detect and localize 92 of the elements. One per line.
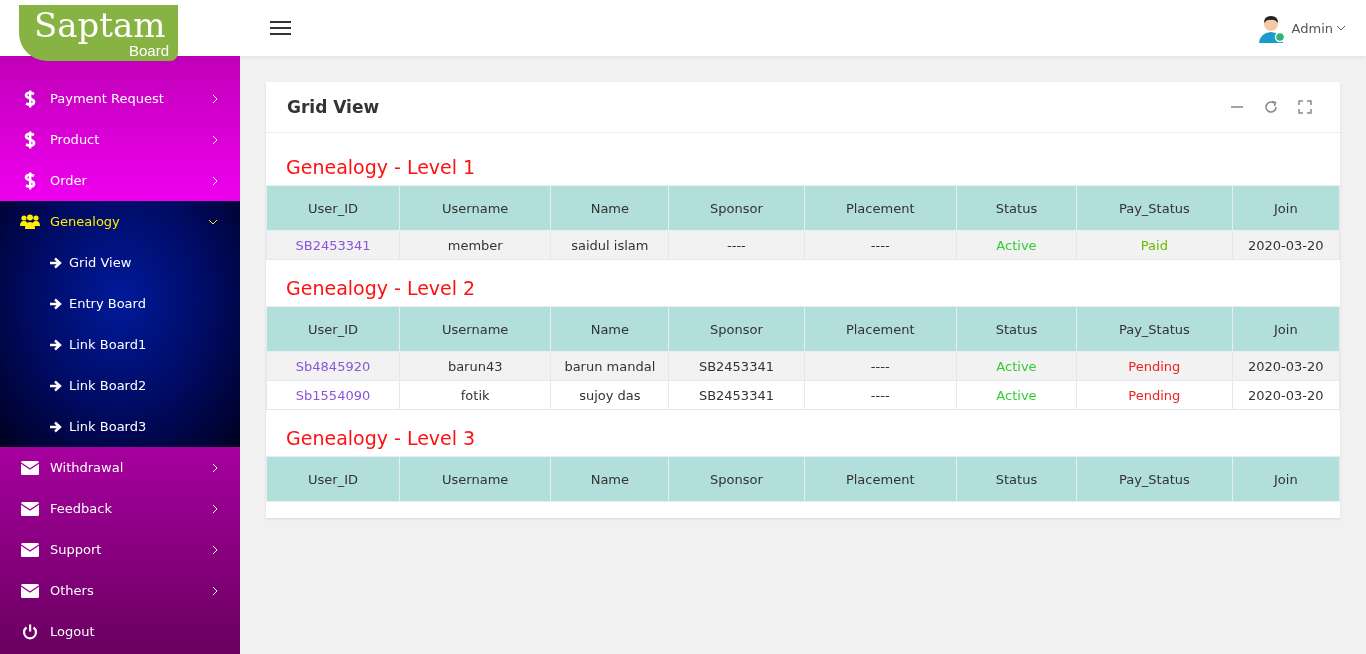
- submenu-item[interactable]: Link Board2: [0, 365, 240, 406]
- status-cell: Active: [956, 380, 1077, 410]
- table-cell: fotik: [399, 380, 551, 410]
- table-cell: barun43: [399, 351, 551, 381]
- arrow-right-icon: [50, 420, 62, 433]
- refresh-icon[interactable]: [1264, 100, 1278, 114]
- users-icon: [20, 213, 40, 230]
- pay-status-cell: Pending: [1076, 351, 1233, 381]
- envelope-icon: [20, 542, 40, 557]
- table-cell: ----: [804, 230, 957, 260]
- column-header: Name: [550, 185, 669, 231]
- logo-subtitle: Board: [128, 43, 169, 59]
- table-cell: 2020-03-20: [1232, 380, 1340, 410]
- column-header: Status: [956, 185, 1077, 231]
- sidebar-item[interactable]: Logout: [0, 611, 240, 652]
- column-header: Pay_Status: [1076, 306, 1233, 352]
- table-cell: sujoy das: [550, 380, 669, 410]
- arrow-right-icon: [50, 338, 62, 351]
- sidebar-item[interactable]: Genealogy: [0, 201, 240, 242]
- column-header: Name: [550, 306, 669, 352]
- submenu-item[interactable]: Link Board3: [0, 406, 240, 447]
- sidebar-item[interactable]: Feedback: [0, 488, 240, 529]
- column-header: Username: [399, 306, 551, 352]
- sidebar-item[interactable]: Withdrawal: [0, 447, 240, 488]
- level-heading: Genealogy - Level 2: [285, 276, 477, 301]
- column-header: Sponsor: [668, 306, 805, 352]
- column-header: Sponsor: [668, 456, 805, 502]
- submenu-item[interactable]: Grid View: [0, 242, 240, 283]
- arrow-right-icon: [50, 379, 62, 392]
- sidebar-item[interactable]: Payment Request: [0, 78, 240, 119]
- column-header: Status: [956, 456, 1077, 502]
- column-header: Placement: [804, 456, 957, 502]
- status-cell: Active: [956, 351, 1077, 381]
- envelope-icon: [20, 583, 40, 598]
- table-cell: member: [399, 230, 551, 260]
- column-header: Pay_Status: [1076, 456, 1233, 502]
- submenu-item[interactable]: Link Board1: [0, 324, 240, 365]
- table-cell: SB2453341: [668, 380, 805, 410]
- user-id-link[interactable]: SB2453341: [266, 230, 400, 260]
- sidebar-item[interactable]: Order: [0, 160, 240, 201]
- table-cell: barun mandal: [550, 351, 669, 381]
- table-cell: SB2453341: [668, 351, 805, 381]
- menu-icon[interactable]: [270, 20, 291, 36]
- chevron-down-icon: [208, 218, 218, 225]
- user-menu-button[interactable]: Admin: [1291, 20, 1346, 36]
- user-id-link[interactable]: Sb4845920: [266, 351, 400, 381]
- arrow-right-icon: [50, 297, 62, 310]
- chevron-right-icon: [212, 134, 218, 145]
- envelope-icon: [20, 460, 40, 475]
- pay-status-cell: Paid: [1076, 230, 1233, 260]
- table-cell: saidul islam: [550, 230, 669, 260]
- chevron-right-icon: [212, 585, 218, 596]
- card-title: Grid View: [287, 97, 381, 117]
- power-icon: [20, 623, 40, 640]
- column-header: Status: [956, 306, 1077, 352]
- table-cell: ----: [804, 351, 957, 381]
- table-cell: ----: [804, 380, 957, 410]
- user-id-link[interactable]: Sb1554090: [266, 380, 400, 410]
- arrow-right-icon: [50, 256, 62, 269]
- column-header: User_ID: [266, 185, 400, 231]
- column-header: User_ID: [266, 456, 400, 502]
- chevron-right-icon: [212, 462, 218, 473]
- column-header: User_ID: [266, 306, 400, 352]
- fullscreen-icon[interactable]: [1298, 100, 1312, 114]
- table-cell: ----: [668, 230, 805, 260]
- sidebar-item[interactable]: Product: [0, 119, 240, 160]
- chevron-right-icon: [212, 175, 218, 186]
- column-header: Placement: [804, 306, 957, 352]
- caret-icon: [1336, 25, 1346, 31]
- submenu-item[interactable]: Entry Board: [0, 283, 240, 324]
- envelope-icon: [20, 501, 40, 516]
- column-header: Pay_Status: [1076, 185, 1233, 231]
- logo-title: Saptam: [34, 5, 166, 45]
- pay-status-cell: Pending: [1076, 380, 1233, 410]
- level-heading: Genealogy - Level 1: [285, 155, 477, 180]
- chevron-right-icon: [212, 503, 218, 514]
- chevron-right-icon: [212, 93, 218, 104]
- sidebar-item[interactable]: Support: [0, 529, 240, 570]
- level-heading: Genealogy - Level 3: [285, 426, 477, 451]
- column-header: Name: [550, 456, 669, 502]
- column-header: Join: [1232, 185, 1340, 231]
- column-header: Placement: [804, 185, 957, 231]
- column-header: Username: [399, 185, 551, 231]
- column-header: Sponsor: [668, 185, 805, 231]
- chevron-right-icon: [212, 544, 218, 555]
- table-cell: 2020-03-20: [1232, 351, 1340, 381]
- column-header: Username: [399, 456, 551, 502]
- status-cell: Active: [956, 230, 1077, 260]
- column-header: Join: [1232, 456, 1340, 502]
- column-header: Join: [1232, 306, 1340, 352]
- table-cell: 2020-03-20: [1232, 230, 1340, 260]
- sidebar-item[interactable]: Others: [0, 570, 240, 611]
